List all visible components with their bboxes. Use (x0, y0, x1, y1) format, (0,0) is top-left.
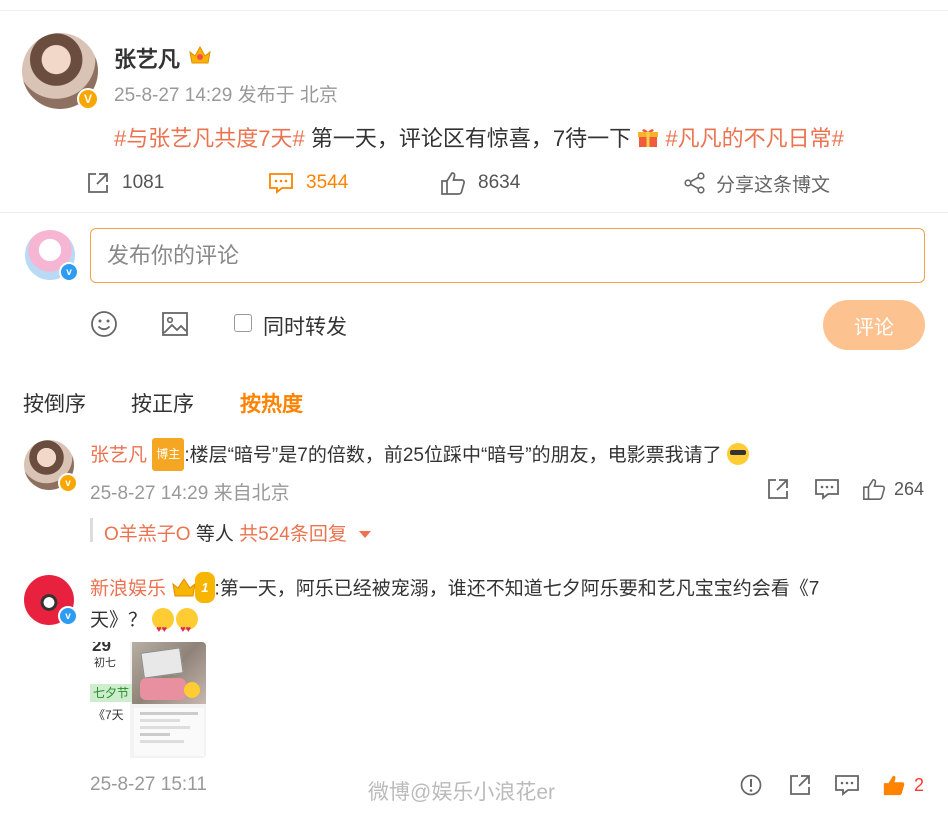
repost-icon[interactable] (788, 773, 812, 797)
share-icon (684, 172, 705, 194)
hashtag-link[interactable]: #凡凡的不凡日常# (665, 126, 843, 151)
reply-indicator (90, 518, 93, 542)
report-icon[interactable] (740, 774, 762, 796)
replies-summary[interactable]: O羊羔子O 等人 共524条回复 (104, 519, 372, 546)
sort-forward-tab[interactable]: 按正序 (131, 388, 194, 418)
repost-checkbox[interactable] (234, 314, 252, 332)
comment-body: 张艺凡 博主:楼层“暗号”是7的倍数，前25位踩中“暗号”的朋友，电影票我请了 (90, 438, 749, 471)
hashtag-link[interactable]: #与张艺凡共度7天# (114, 126, 305, 151)
comment-count: 3544 (306, 172, 349, 193)
crown-icon (189, 45, 211, 64)
heart-eyes-emoji-icon: ♥♥ (152, 607, 175, 634)
image-upload-icon[interactable] (161, 310, 189, 338)
submit-comment-button[interactable]: 评论 (823, 300, 925, 350)
comment-like-button[interactable]: 264 (862, 474, 924, 504)
calendar-lunar: 初七 (94, 657, 116, 669)
like-count: 8634 (478, 172, 521, 193)
verified-badge-icon: v (59, 262, 79, 282)
post-content: #与张艺凡共度7天# 第一天，评论区有惊喜，7待一下 #凡凡的不凡日常# (114, 121, 844, 153)
comment-image[interactable]: 29 初七 七夕节 《7天 (90, 642, 206, 758)
gift-icon (638, 129, 659, 147)
emoji-icon[interactable] (90, 310, 118, 338)
comment-body: 新浪娱乐 1 :第一天，阿乐已经被宠溺，谁还不知道七夕阿乐要和艺凡宝宝约会看《7… (90, 572, 890, 636)
top-divider (0, 10, 948, 11)
repost-count: 1081 (122, 172, 165, 193)
share-label: 分享这条博文 (716, 174, 831, 196)
comment-meta: 25-8-27 15:11 (90, 774, 207, 795)
reply-user-link[interactable]: O羊羔子O (104, 524, 191, 545)
comment-icon (269, 173, 293, 194)
post-text: 第一天，评论区有惊喜，7待一下 (304, 126, 632, 151)
calendar-movie: 《7天 (93, 708, 124, 722)
share-button[interactable]: 分享这条博文 (684, 168, 830, 198)
post-author-name[interactable]: 张艺凡 (114, 42, 180, 74)
member-level: 1 (195, 572, 215, 603)
thumbs-up-icon (863, 478, 886, 500)
verified-badge-icon: V (77, 88, 99, 110)
author-badge: 博主 (152, 438, 185, 471)
cool-emoji-icon (726, 443, 749, 465)
verified-badge-icon: v (58, 606, 78, 626)
reply-icon[interactable] (814, 477, 840, 501)
comment-like-button[interactable]: 2 (882, 770, 924, 800)
comment-author-name[interactable]: 张艺凡 (90, 445, 147, 466)
sort-hot-tab[interactable]: 按热度 (240, 388, 303, 418)
chevron-down-icon (359, 531, 372, 538)
crown-icon (172, 577, 197, 596)
repost-icon[interactable] (766, 477, 790, 501)
reply-icon[interactable] (834, 773, 860, 797)
member-level-badge: 1 (171, 572, 215, 603)
replies-connector: 等人 (190, 524, 240, 545)
post-meta: 25-8-27 14:29 发布于 北京 (114, 85, 338, 106)
divider (0, 212, 948, 213)
heart-eyes-emoji-icon: ♥♥ (176, 607, 199, 634)
replies-count-link[interactable]: 共524条回复 (239, 524, 347, 545)
like-button[interactable]: 8634 (440, 168, 520, 198)
verified-badge-icon: v (58, 473, 78, 493)
watermark: 微博@娱乐小浪花er (368, 781, 555, 804)
comment-text: :楼层“暗号”是7的倍数，前25位踩中“暗号”的朋友，电影票我请了 (184, 445, 722, 466)
comment-text-cont: 天》？ (90, 609, 148, 631)
thumbs-up-filled-icon (883, 775, 905, 796)
comment-text: :第一天，阿乐已经被宠溺，谁还不知道七夕阿乐要和艺凡宝宝约会看《7 (214, 578, 820, 600)
comment-button[interactable]: 3544 (268, 168, 348, 198)
calendar-festival: 七夕节 (90, 684, 134, 702)
repost-button[interactable]: 1081 (86, 168, 164, 198)
thumbs-up-icon (441, 172, 465, 195)
comment-author-name[interactable]: 新浪娱乐 (90, 579, 166, 600)
comment-like-count: 264 (894, 478, 925, 499)
sort-reverse-tab[interactable]: 按倒序 (23, 388, 86, 418)
comment-input[interactable] (90, 228, 925, 283)
comment-like-count: 2 (914, 774, 925, 795)
comment-meta: 25-8-27 14:29 来自北京 (90, 483, 290, 504)
repost-checkbox-label[interactable]: 同时转发 (263, 311, 347, 341)
repost-icon (88, 173, 108, 193)
